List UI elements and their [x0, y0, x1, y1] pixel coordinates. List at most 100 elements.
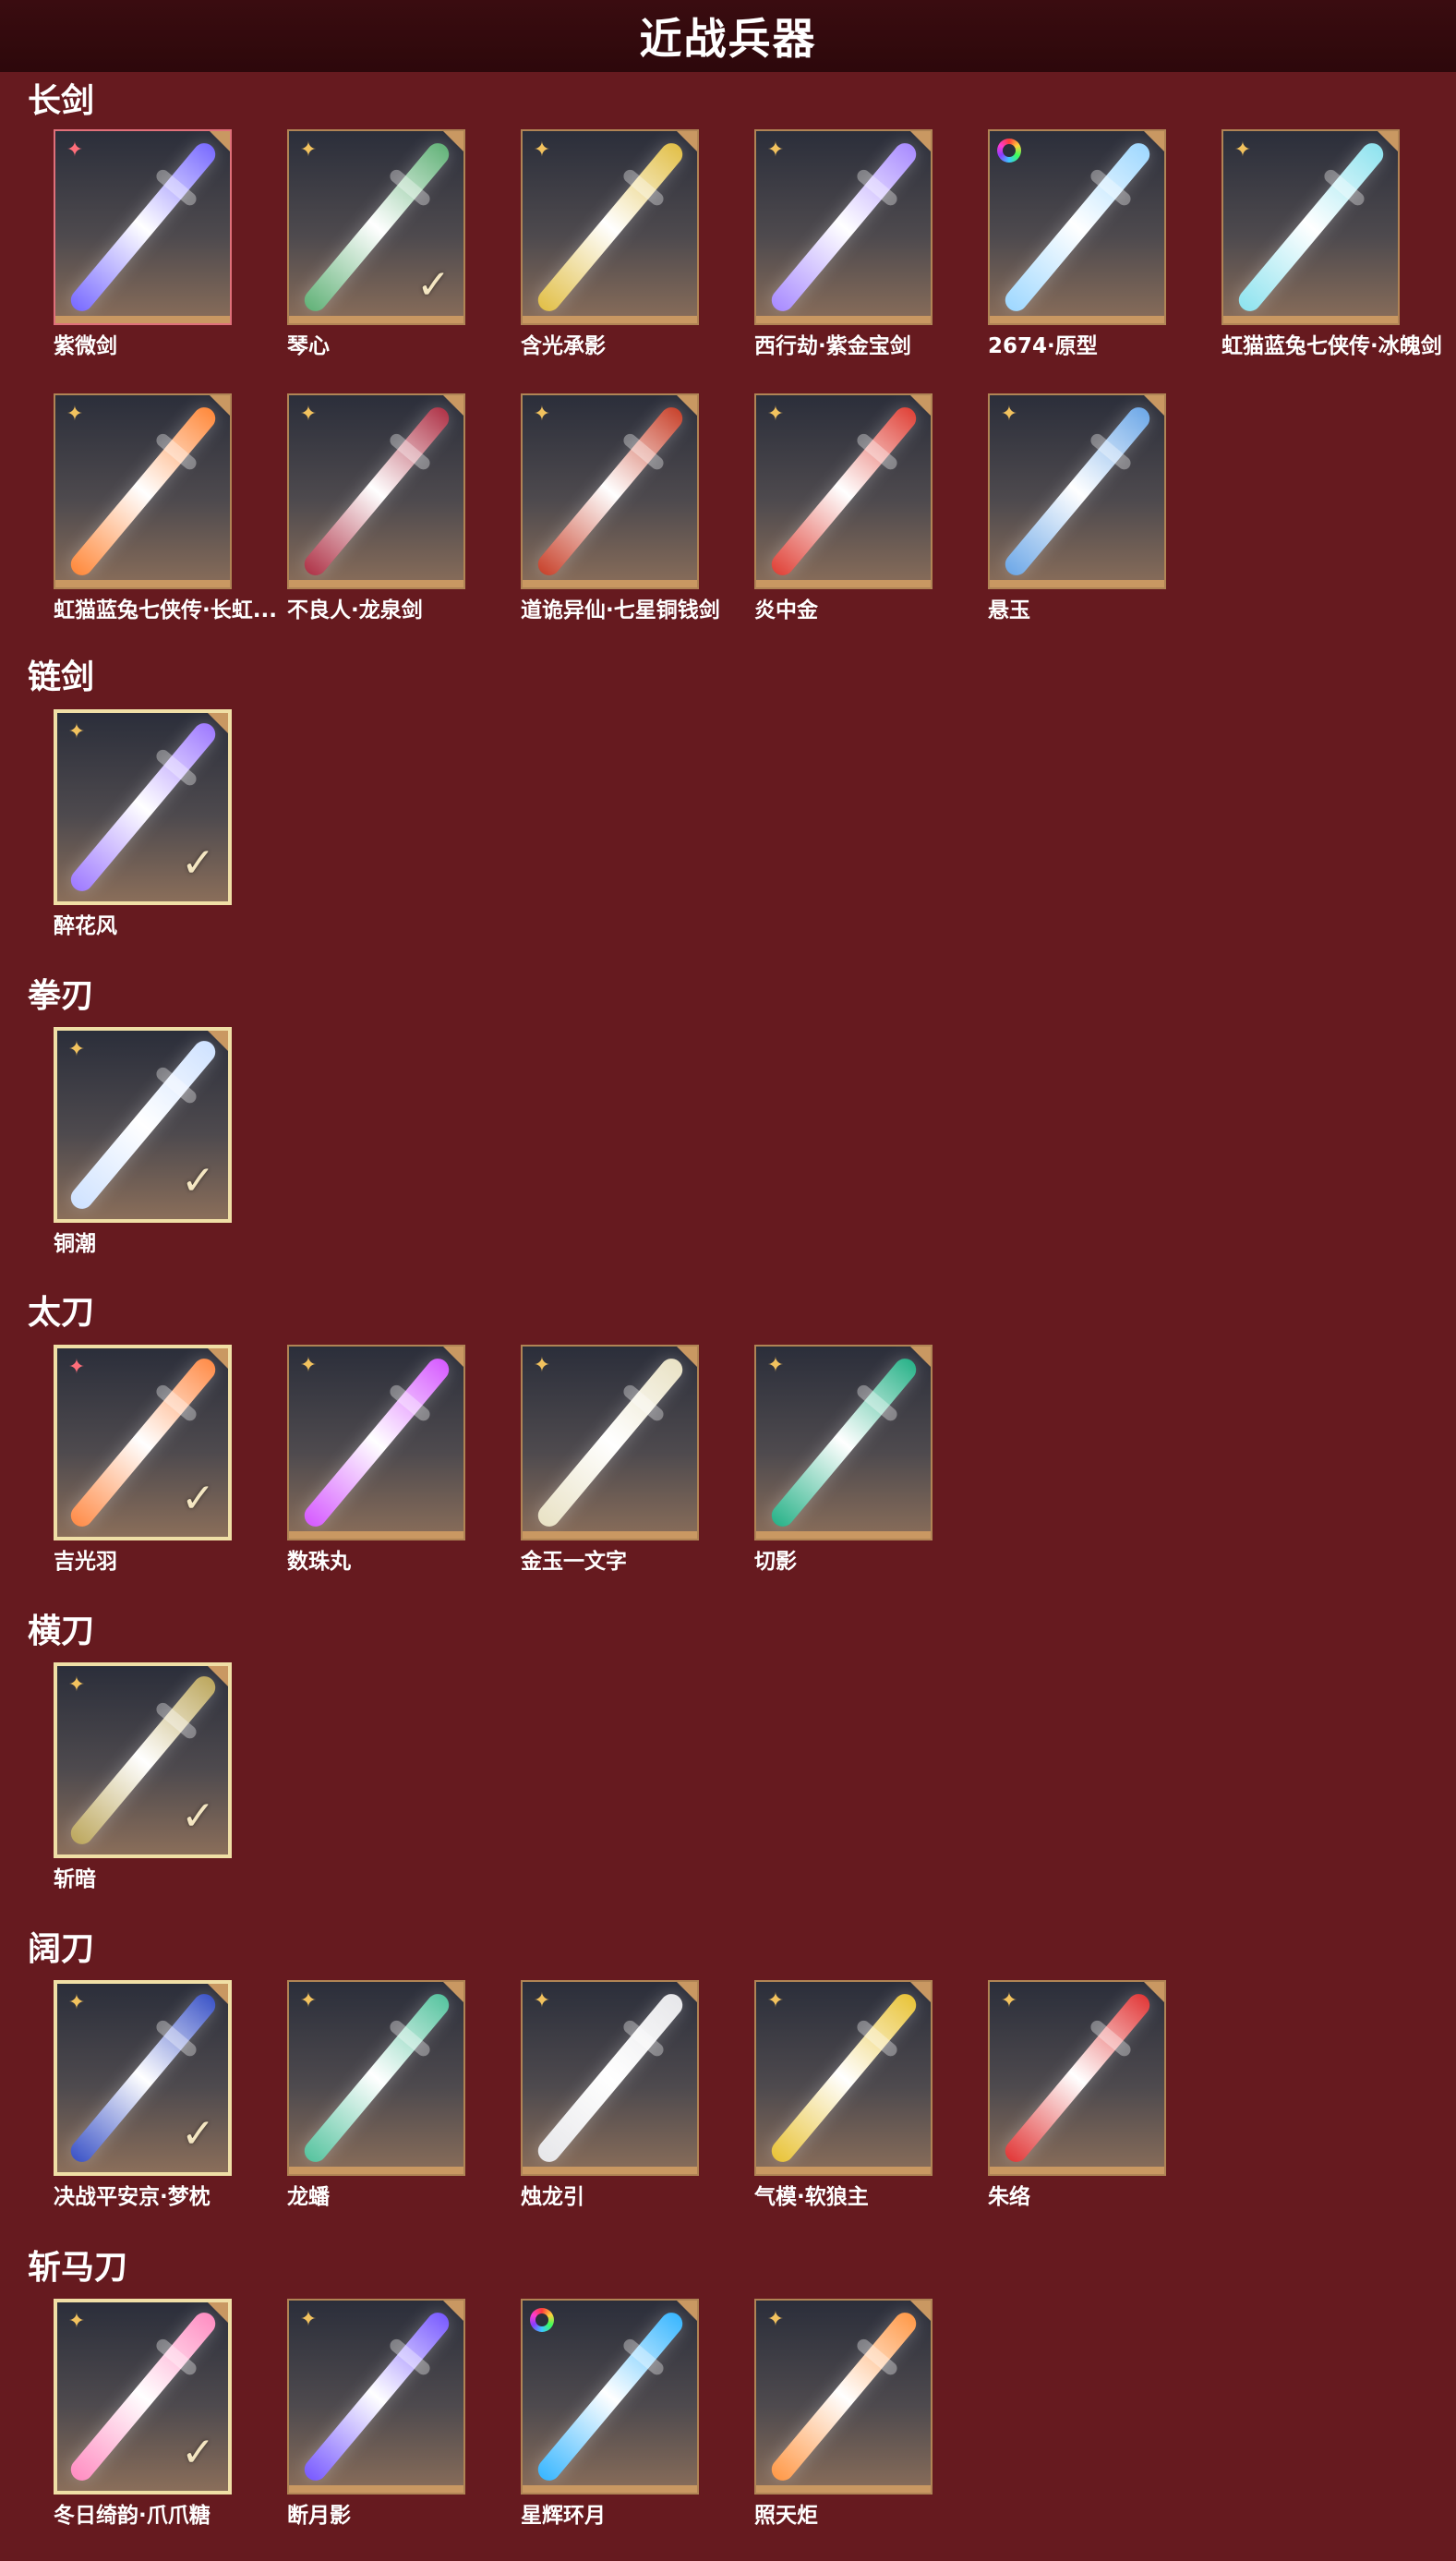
gold-star-quality-icon: ✦	[766, 1989, 785, 2012]
weapon-thumbnail: ✦	[287, 1980, 465, 2176]
weapon-card[interactable]: ✦ ✓ 冬日绮韵·爪爪糖	[54, 2299, 232, 2528]
weapon-card[interactable]: ✦ 炎中金	[754, 393, 933, 622]
weapon-thumbnail: ✦	[754, 1345, 933, 1540]
section-title: 太刀	[28, 1294, 95, 1332]
weapon-card[interactable]: ✦ ✓ 斩暗	[54, 1662, 232, 1891]
weapon-thumbnail: ✦	[287, 1345, 465, 1540]
weapon-thumbnail: ✦	[287, 2299, 465, 2495]
weapon-thumbnail: ✦	[988, 1980, 1166, 2176]
weapon-image	[299, 1354, 453, 1531]
weapon-name: 金玉一文字	[521, 1550, 627, 1574]
weapon-card[interactable]: ✦ 切影	[754, 1345, 933, 1574]
weapon-image	[766, 2308, 921, 2485]
weapon-name: 照天炬	[754, 2504, 818, 2528]
weapon-image	[299, 2308, 453, 2485]
weapon-name: 切影	[754, 1550, 797, 1574]
weapon-thumbnail: ✦ ✓	[287, 129, 465, 325]
weapon-name: 西行劫·紫金宝剑	[754, 334, 911, 358]
weapon-image	[533, 1989, 687, 2167]
weapon-name: 琴心	[287, 334, 330, 358]
corner-marker	[1144, 1982, 1164, 2002]
weapon-name: 紫微剑	[54, 334, 117, 358]
section-title: 拳刃	[28, 977, 95, 1015]
corner-marker	[443, 131, 463, 151]
weapon-card[interactable]: ✦ 含光承影	[521, 129, 699, 358]
pink-star-quality-icon: ✦	[67, 1356, 86, 1379]
weapon-image	[766, 1989, 921, 2167]
weapon-card[interactable]: ✦ ✓ 醉花风	[54, 709, 232, 938]
weapon-thumbnail: ✦	[521, 393, 699, 589]
weapon-card[interactable]: ✦ 朱络	[988, 1980, 1166, 2209]
corner-marker	[443, 395, 463, 416]
weapon-card[interactable]: ✦ 虹猫蓝兔七侠传·长虹...	[54, 393, 277, 622]
weapon-card[interactable]: ✦ 数珠丸	[287, 1345, 465, 1574]
weapon-card[interactable]: ✦ 虹猫蓝兔七侠传·冰魄剑	[1221, 129, 1442, 358]
weapon-card[interactable]: ✦ ✓ 吉光羽	[54, 1345, 232, 1574]
gold-star-quality-icon: ✦	[533, 1989, 551, 2012]
weapon-thumbnail: ✦	[988, 393, 1166, 589]
weapon-card[interactable]: ✦ 悬玉	[988, 393, 1166, 622]
weapon-card[interactable]: ✦ ✓ 琴心	[287, 129, 465, 358]
weapon-name: 含光承影	[521, 334, 606, 358]
equipped-check-icon: ✓	[181, 1793, 215, 1840]
weapon-card[interactable]: ✦ 不良人·龙泉剑	[287, 393, 465, 622]
weapon-image	[1000, 1989, 1154, 2167]
weapon-name: 虹猫蓝兔七侠传·长虹...	[54, 598, 277, 622]
weapon-name: 朱络	[988, 2185, 1030, 2209]
weapon-thumbnail: ✦	[754, 129, 933, 325]
gold-star-quality-icon: ✦	[67, 720, 86, 743]
weapon-thumbnail: ✦	[754, 2299, 933, 2495]
weapon-name: 虹猫蓝兔七侠传·冰魄剑	[1221, 334, 1442, 358]
weapon-thumbnail	[521, 2299, 699, 2495]
weapon-name: 斩暗	[54, 1867, 96, 1891]
weapon-image	[1233, 139, 1388, 316]
gold-star-quality-icon: ✦	[67, 1038, 86, 1061]
corner-marker	[443, 1982, 463, 2002]
equipped-check-icon: ✓	[181, 2429, 215, 2476]
section-title: 长剑	[28, 82, 95, 120]
equipped-check-icon: ✓	[181, 1475, 215, 1522]
pink-star-quality-icon: ✦	[66, 139, 84, 162]
weapon-card[interactable]: ✦ 烛龙引	[521, 1980, 699, 2209]
rainbow-quality-icon	[530, 2308, 554, 2332]
weapon-card[interactable]: ✦ ✓ 铜潮	[54, 1027, 232, 1256]
rainbow-quality-icon	[997, 139, 1021, 163]
weapon-name: 数珠丸	[287, 1550, 351, 1574]
weapon-thumbnail: ✦ ✓	[54, 1345, 232, 1540]
gold-star-quality-icon: ✦	[533, 1354, 551, 1377]
weapon-image	[533, 139, 687, 316]
weapon-name: 冬日绮韵·爪爪糖	[54, 2504, 211, 2528]
gold-star-quality-icon: ✦	[766, 1354, 785, 1377]
corner-marker	[208, 1348, 228, 1369]
weapon-thumbnail	[988, 129, 1166, 325]
gold-star-quality-icon: ✦	[299, 403, 318, 426]
weapon-card[interactable]: ✦ 紫微剑	[54, 129, 232, 358]
gold-star-quality-icon: ✦	[533, 403, 551, 426]
weapon-image	[533, 403, 687, 580]
page-title-text: 近战兵器	[639, 14, 817, 64]
weapon-image	[533, 1354, 687, 1531]
weapon-card[interactable]: 星辉环月	[521, 2299, 699, 2528]
section-title: 斩马刀	[28, 2249, 128, 2287]
gold-star-quality-icon: ✦	[67, 1991, 86, 2014]
weapon-card[interactable]: ✦ 金玉一文字	[521, 1345, 699, 1574]
equipped-check-icon: ✓	[181, 1157, 215, 1204]
gold-star-quality-icon: ✦	[1000, 403, 1018, 426]
weapon-card[interactable]: ✦ ✓ 决战平安京·梦枕	[54, 1980, 232, 2209]
weapon-card[interactable]: 2674·原型	[988, 129, 1166, 358]
weapon-card[interactable]: ✦ 西行劫·紫金宝剑	[754, 129, 933, 358]
corner-marker	[910, 1982, 931, 2002]
corner-marker	[677, 131, 697, 151]
gold-star-quality-icon: ✦	[299, 2308, 318, 2331]
corner-marker	[677, 1982, 697, 2002]
weapon-card[interactable]: ✦ 道诡异仙·七星铜钱剑	[521, 393, 720, 622]
page-title: 近战兵器	[0, 0, 1456, 72]
corner-marker	[1144, 131, 1164, 151]
weapon-card[interactable]: ✦ 龙蟠	[287, 1980, 465, 2209]
corner-marker	[210, 131, 230, 151]
weapon-card[interactable]: ✦ 照天炬	[754, 2299, 933, 2528]
weapon-card[interactable]: ✦ 气模·软狼主	[754, 1980, 933, 2209]
weapon-name: 2674·原型	[988, 334, 1098, 358]
weapon-card[interactable]: ✦ 断月影	[287, 2299, 465, 2528]
gold-star-quality-icon: ✦	[1000, 1989, 1018, 2012]
